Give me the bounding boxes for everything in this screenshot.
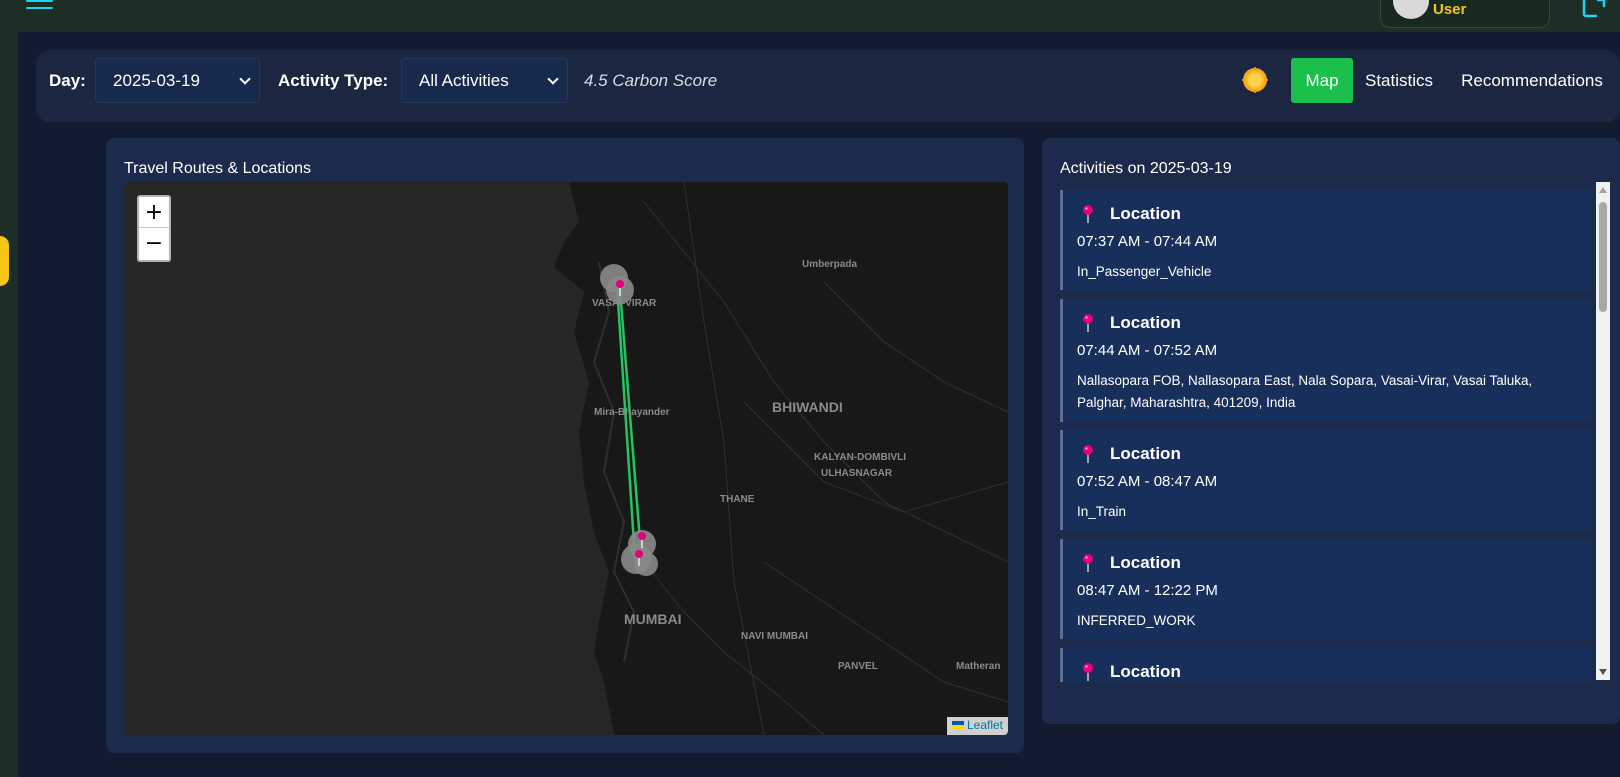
flag-icon	[951, 721, 964, 729]
scroll-thumb[interactable]	[1599, 202, 1607, 312]
activity-title: Location	[1110, 313, 1181, 332]
activity-type-label: Activity Type:	[278, 71, 389, 90]
user-name: User	[1433, 1, 1467, 18]
activities-panel-title: Activities on 2025-03-19	[1060, 160, 1232, 177]
hamburger-icon[interactable]	[26, 0, 53, 14]
chevron-down-icon	[547, 73, 559, 85]
map-label: Mira-Bhayander	[594, 407, 670, 418]
scroll-up-icon[interactable]	[1599, 187, 1607, 193]
activity-description: INFERRED_WORK	[1077, 613, 1196, 628]
map-panel: Travel Routes & Locations Umberpada VASA…	[106, 138, 1024, 753]
map-label: PANVEL	[838, 661, 878, 672]
sun-icon[interactable]	[1241, 66, 1269, 94]
map-label: THANE	[720, 494, 755, 505]
activity-time: 08:47 AM - 12:22 PM	[1077, 582, 1218, 599]
location-pin-icon	[1083, 554, 1093, 572]
activities-panel: Activities on 2025-03-19 Location 07:37 …	[1042, 138, 1620, 724]
activity-item[interactable]: Location 07:44 AM - 07:52 AM Nallasopara…	[1060, 299, 1592, 422]
location-pin-icon	[1083, 314, 1093, 332]
location-pin-icon	[1083, 205, 1093, 223]
activity-description: In_Passenger_Vehicle	[1077, 264, 1212, 279]
filter-bar: Day: 2025-03-19 Activity Type: All Activ…	[36, 50, 1620, 122]
chevron-down-icon	[239, 73, 251, 85]
carbon-score: 4.5 Carbon Score	[584, 71, 718, 90]
map-label: BHIWANDI	[772, 399, 843, 415]
day-select-value: 2025-03-19	[113, 71, 200, 90]
activity-time: 07:52 AM - 08:47 AM	[1077, 473, 1218, 490]
activities-scrollbar[interactable]	[1596, 182, 1610, 680]
activity-item[interactable]: Location 08:47 AM - 12:22 PM INFERRED_WO…	[1060, 539, 1592, 639]
map-label: NAVI MUMBAI	[741, 631, 809, 642]
side-toggle-tab[interactable]	[0, 236, 9, 286]
location-pin-icon	[1083, 663, 1093, 681]
map-label: ULHASNAGAR	[821, 468, 893, 479]
logout-icon[interactable]	[1582, 0, 1610, 20]
day-label: Day:	[49, 71, 86, 90]
zoom-in-button[interactable]: +	[139, 197, 169, 228]
activities-list[interactable]: Location 07:37 AM - 07:44 AM In_Passenge…	[1060, 190, 1592, 682]
activity-type-select-value: All Activities	[419, 71, 509, 90]
activity-type-select[interactable]: All Activities	[401, 58, 568, 103]
day-select[interactable]: 2025-03-19	[95, 58, 260, 103]
map-label: Matheran	[956, 661, 1001, 672]
map-label: Umberpada	[802, 259, 858, 270]
activity-item[interactable]: Location 07:52 AM - 08:47 AM In_Train	[1060, 430, 1592, 530]
map-panel-title: Travel Routes & Locations	[124, 160, 312, 177]
map-attribution[interactable]: Leaflet	[946, 717, 1008, 735]
activity-description: Nallasopara FOB, Nallasopara East, Nala …	[1077, 373, 1533, 410]
map-label: MUMBAI	[624, 611, 682, 627]
tab-map[interactable]: Map	[1291, 58, 1353, 103]
user-menu[interactable]: User	[1380, 0, 1550, 28]
zoom-out-button[interactable]: −	[139, 228, 169, 259]
tab-statistics[interactable]: Statistics	[1356, 58, 1442, 103]
activity-title: Location	[1110, 444, 1181, 463]
map-label: KALYAN-DOMBIVLI	[814, 452, 907, 463]
activity-description: In_Train	[1077, 504, 1127, 519]
activity-item[interactable]: Location	[1060, 648, 1592, 682]
activity-title: Location	[1110, 662, 1181, 681]
location-pin-icon	[1083, 445, 1093, 463]
zoom-control: + −	[137, 195, 171, 262]
activity-time: 07:37 AM - 07:44 AM	[1077, 233, 1218, 250]
leaflet-link[interactable]: Leaflet	[967, 718, 1003, 732]
activity-title: Location	[1110, 553, 1181, 572]
map-label: VASAI-VIRAR	[592, 298, 657, 309]
activity-title: Location	[1110, 204, 1181, 223]
avatar	[1393, 0, 1429, 19]
left-strip	[0, 0, 18, 777]
top-bar: User	[0, 0, 1620, 32]
tab-recommendations[interactable]: Recommendations	[1453, 58, 1611, 103]
map-view[interactable]: Umberpada VASAI-VIRAR Mira-Bhayander BHI…	[124, 182, 1008, 735]
activity-item[interactable]: Location 07:37 AM - 07:44 AM In_Passenge…	[1060, 190, 1592, 290]
activity-time: 07:44 AM - 07:52 AM	[1077, 342, 1218, 359]
scroll-down-icon[interactable]	[1599, 669, 1607, 675]
